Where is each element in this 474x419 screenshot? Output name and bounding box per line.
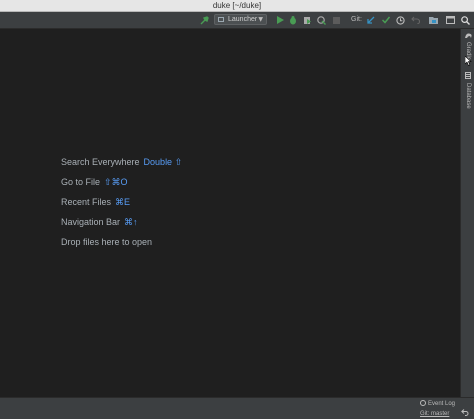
- hint-label: Search Everywhere: [61, 157, 140, 167]
- hint-label: Navigation Bar: [61, 217, 121, 227]
- main-toolbar: Launcher ▼ Git:: [0, 12, 474, 29]
- stop-icon[interactable]: [331, 15, 341, 25]
- hint-label: Drop files here to open: [61, 237, 153, 247]
- git-history-icon[interactable]: [395, 15, 405, 25]
- status-bar: Event Log Git: master: [0, 397, 474, 419]
- run-configuration-dropdown[interactable]: Launcher ▼: [214, 14, 267, 25]
- right-tool-strip: Gradle Database: [460, 29, 474, 397]
- event-log-button[interactable]: Event Log: [420, 400, 455, 408]
- hint-shortcut: ⌘E: [115, 197, 131, 207]
- hint-drop-files: Drop files here to open: [61, 236, 152, 248]
- ide-window: duke [~/duke] Launcher ▼ Git: Search Eve…: [0, 0, 474, 419]
- gradle-icon: [464, 32, 472, 40]
- presentation-icon[interactable]: [445, 15, 455, 25]
- window-title: duke [~/duke]: [212, 1, 262, 10]
- undo-arrow-icon[interactable]: [461, 409, 469, 418]
- run-config-label: Launcher: [228, 16, 258, 23]
- tab-database[interactable]: Database: [462, 72, 474, 109]
- hint-recent-files: Recent Files ⌘E: [61, 196, 130, 208]
- tab-label: Database: [465, 83, 471, 109]
- git-label: Git:: [351, 16, 362, 23]
- hint-label: Go to File: [61, 177, 101, 187]
- search-icon[interactable]: [460, 15, 470, 25]
- project-structure-icon[interactable]: [428, 15, 438, 25]
- hint-search-everywhere: Search Everywhere Double ⇧: [61, 156, 182, 168]
- run-config-icon: [218, 17, 224, 22]
- event-log-label: Event Log: [428, 401, 456, 407]
- debug-icon[interactable]: [288, 15, 298, 25]
- hint-go-to-file: Go to File ⇧⌘O: [61, 176, 128, 188]
- event-log-icon: [420, 400, 426, 407]
- hint-shortcut: ⌘↑: [124, 217, 138, 227]
- run-icon[interactable]: [275, 15, 285, 25]
- git-branch-widget[interactable]: Git: master: [420, 410, 449, 418]
- chevron-down-icon: ▼: [258, 16, 263, 23]
- git-update-icon[interactable]: [366, 15, 376, 25]
- git-commit-icon[interactable]: [381, 15, 391, 25]
- hint-navigation-bar: Navigation Bar ⌘↑: [61, 216, 138, 228]
- hint-shortcut: ⇧⌘O: [104, 177, 128, 187]
- hint-label: Recent Files: [61, 197, 112, 207]
- profile-icon[interactable]: [316, 15, 326, 25]
- git-revert-icon[interactable]: [410, 15, 420, 25]
- editor-empty-area[interactable]: Search Everywhere Double ⇧ Go to File ⇧⌘O …: [0, 29, 460, 397]
- title-bar: duke [~/duke]: [0, 0, 474, 12]
- hint-shortcut: Double ⇧: [143, 157, 183, 167]
- coverage-icon[interactable]: [302, 15, 312, 25]
- database-icon: [465, 72, 471, 81]
- hammer-icon[interactable]: [199, 15, 209, 25]
